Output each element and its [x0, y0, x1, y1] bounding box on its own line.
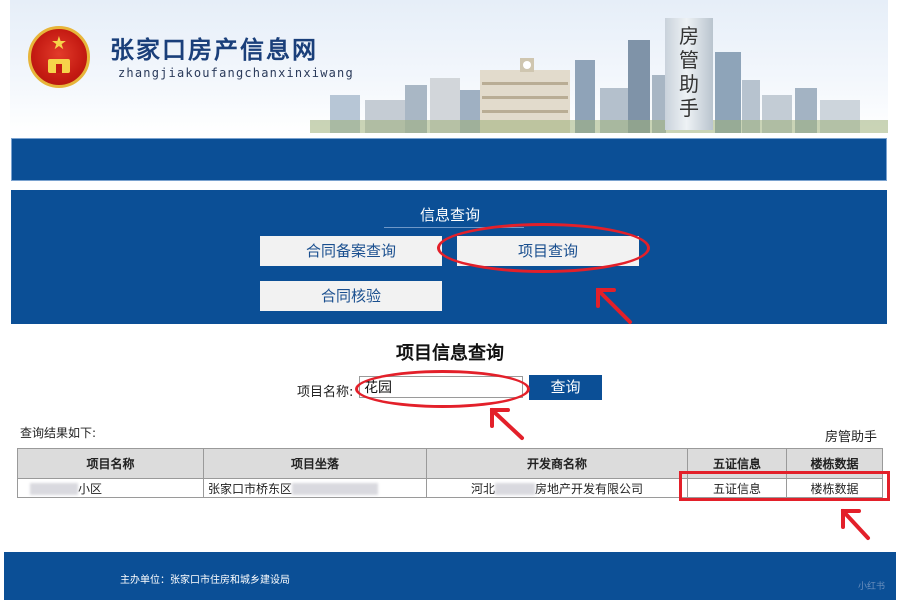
arrow-icon [596, 288, 632, 324]
annotation-arrows [490, 288, 870, 540]
arrow-icon [841, 509, 870, 540]
arrow-icon [490, 408, 524, 440]
